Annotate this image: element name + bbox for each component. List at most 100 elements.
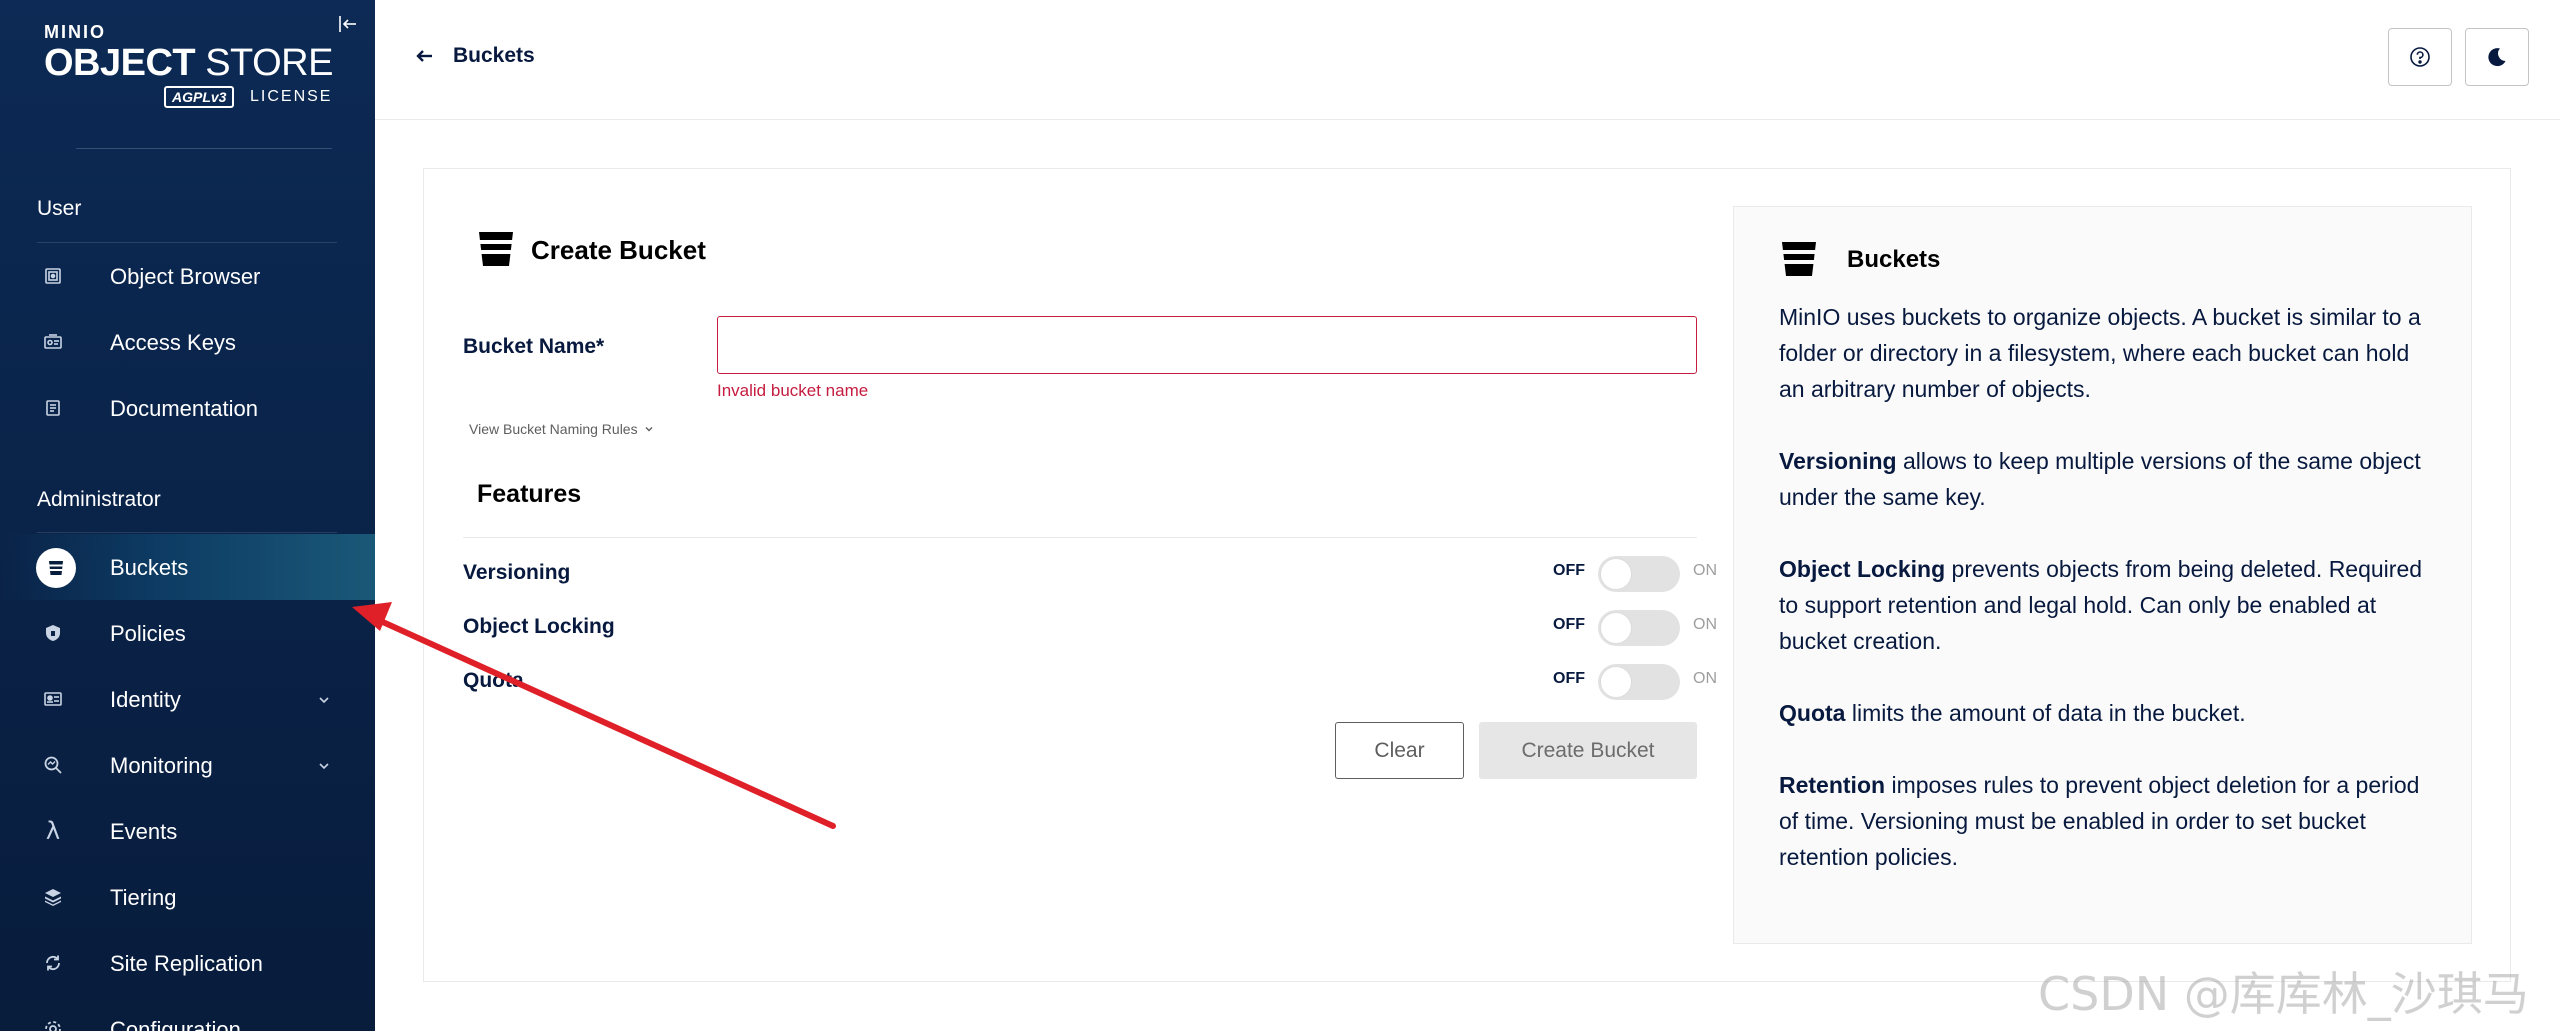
collapse-sidebar-button[interactable]	[336, 12, 360, 36]
arrow-left-icon	[416, 50, 432, 62]
help-button[interactable]	[2388, 28, 2452, 86]
tiering-icon	[40, 884, 66, 910]
logo-divider	[76, 148, 332, 149]
feature-row-versioning: Versioning OFF ON	[463, 552, 1717, 592]
section-title-administrator: Administrator	[37, 488, 161, 511]
toggle-on-label: ON	[1693, 562, 1717, 579]
sidebar-item-label: Policies	[110, 621, 186, 646]
chevron-down-icon	[319, 697, 329, 704]
moon-icon	[2488, 48, 2506, 67]
object-browser-icon	[40, 263, 66, 289]
logo-title-bold: OBJECT	[44, 42, 196, 84]
documentation-icon	[40, 395, 66, 421]
site-replication-icon	[40, 950, 66, 976]
sidebar-item-monitoring[interactable]: Monitoring	[0, 732, 375, 798]
sidebar-item-identity[interactable]: Identity	[0, 666, 375, 732]
monitoring-icon	[40, 752, 66, 778]
chevron-down-icon	[645, 427, 653, 432]
identity-icon	[40, 686, 66, 712]
toggle-knob	[1600, 612, 1632, 644]
buckets-icon	[36, 548, 76, 588]
logo-agpl-badge: AGPLv3	[164, 86, 235, 108]
feature-label: Object Locking	[463, 615, 615, 638]
sidebar-item-access-keys[interactable]: Access Keys	[0, 309, 375, 375]
sidebar-item-label: Identity	[110, 687, 181, 712]
logo-title: OBJECT STORE	[44, 42, 333, 85]
sidebar-item-label: Events	[110, 819, 178, 844]
access-keys-icon	[40, 329, 66, 355]
sidebar-item-label: Monitoring	[110, 753, 213, 778]
sidebar-item-buckets[interactable]: Buckets	[0, 534, 375, 600]
view-naming-rules-link[interactable]: View Bucket Naming Rules	[469, 421, 655, 437]
logo-brand: MINIO	[44, 22, 106, 42]
logo-title-thin: STORE	[205, 42, 333, 84]
sidebar-item-label: Site Replication	[110, 951, 263, 976]
watermark: CSDN @库库林_沙琪马	[2038, 967, 2529, 1021]
feature-label: Quota	[463, 669, 524, 692]
sidebar-item-label: Tiering	[110, 885, 177, 910]
section-title-user: User	[37, 197, 82, 220]
help-text: MinIO uses buckets to organize objects. …	[1779, 299, 2439, 911]
sidebar-item-label: Object Browser	[110, 264, 261, 289]
toggle-off-label: OFF	[1553, 616, 1585, 633]
toggle-knob	[1600, 558, 1632, 590]
bucket-name-error: Invalid bucket name	[717, 381, 869, 400]
events-icon: λ	[45, 817, 61, 845]
sidebar-item-label: Access Keys	[110, 330, 236, 355]
form-title: Create Bucket	[531, 235, 706, 265]
help-title: Buckets	[1847, 246, 1941, 273]
sidebar-item-tiering[interactable]: Tiering	[0, 864, 375, 930]
help-term: Versioning	[1779, 448, 1897, 474]
help-object-locking: Object Locking prevents objects from bei…	[1779, 551, 2439, 659]
feature-row-object-locking: Object Locking OFF ON	[463, 606, 1717, 646]
sidebar-item-configuration[interactable]: Configuration	[0, 996, 375, 1031]
chevron-down-icon	[319, 763, 329, 770]
features-title: Features	[477, 480, 582, 508]
toggle-on-label: ON	[1693, 670, 1717, 687]
sidebar-item-site-replication[interactable]: Site Replication	[0, 930, 375, 996]
versioning-toggle[interactable]	[1598, 556, 1680, 592]
help-quota: Quota limits the amount of data in the b…	[1779, 695, 2439, 731]
toggle-knob	[1600, 666, 1632, 698]
logo-license: LICENSE	[250, 88, 333, 105]
bucket-icon	[1782, 242, 1816, 276]
collapse-sidebar-icon	[339, 16, 356, 32]
sidebar-item-object-browser[interactable]: Object Browser	[0, 243, 375, 309]
configuration-icon	[40, 1016, 66, 1031]
toggle-on-label: ON	[1693, 616, 1717, 633]
dark-mode-toggle-button[interactable]	[2465, 28, 2529, 86]
sidebar: MINIO OBJECT STORE AGPLv3 LICENSE User O…	[0, 0, 375, 1031]
help-desc: limits the amount of data in the bucket.	[1845, 700, 2246, 726]
sidebar-item-label: Configuration	[110, 1017, 241, 1031]
help-intro: MinIO uses buckets to organize objects. …	[1779, 304, 2421, 402]
back-link-label: Buckets	[453, 44, 535, 67]
bucket-name-label: Bucket Name*	[463, 335, 605, 358]
help-term: Object Locking	[1779, 556, 1946, 582]
create-bucket-card: Create Bucket Bucket Name* Invalid bucke…	[423, 168, 2511, 982]
naming-rules-label: View Bucket Naming Rules	[469, 421, 638, 437]
policies-icon	[40, 620, 66, 646]
sidebar-item-label: Buckets	[110, 555, 189, 580]
clear-button[interactable]: Clear	[1335, 722, 1464, 779]
help-icon	[2410, 47, 2430, 67]
help-term: Quota	[1779, 700, 1846, 726]
help-retention: Retention imposes rules to prevent objec…	[1779, 767, 2439, 875]
bucket-name-input[interactable]	[717, 316, 1697, 374]
minio-logo: MINIO OBJECT STORE AGPLv3 LICENSE	[44, 22, 344, 122]
feature-label: Versioning	[463, 561, 571, 584]
toggle-off-label: OFF	[1553, 670, 1585, 687]
help-term: Retention	[1779, 772, 1886, 798]
object-locking-toggle[interactable]	[1598, 610, 1680, 646]
sidebar-item-documentation[interactable]: Documentation	[0, 375, 375, 441]
section-divider	[37, 532, 337, 533]
help-versioning: Versioning allows to keep multiple versi…	[1779, 443, 2439, 515]
sidebar-item-events[interactable]: λ Events	[0, 798, 375, 864]
toggle-off-label: OFF	[1553, 562, 1585, 579]
create-bucket-button[interactable]: Create Bucket	[1479, 722, 1697, 779]
sidebar-item-policies[interactable]: Policies	[0, 600, 375, 666]
feature-row-quota: Quota OFF ON	[463, 660, 1717, 700]
features-divider	[463, 537, 1697, 538]
back-to-buckets-link[interactable]: Buckets	[415, 44, 535, 68]
quota-toggle[interactable]	[1598, 664, 1680, 700]
help-panel: Buckets MinIO uses buckets to organize o…	[1733, 206, 2472, 944]
